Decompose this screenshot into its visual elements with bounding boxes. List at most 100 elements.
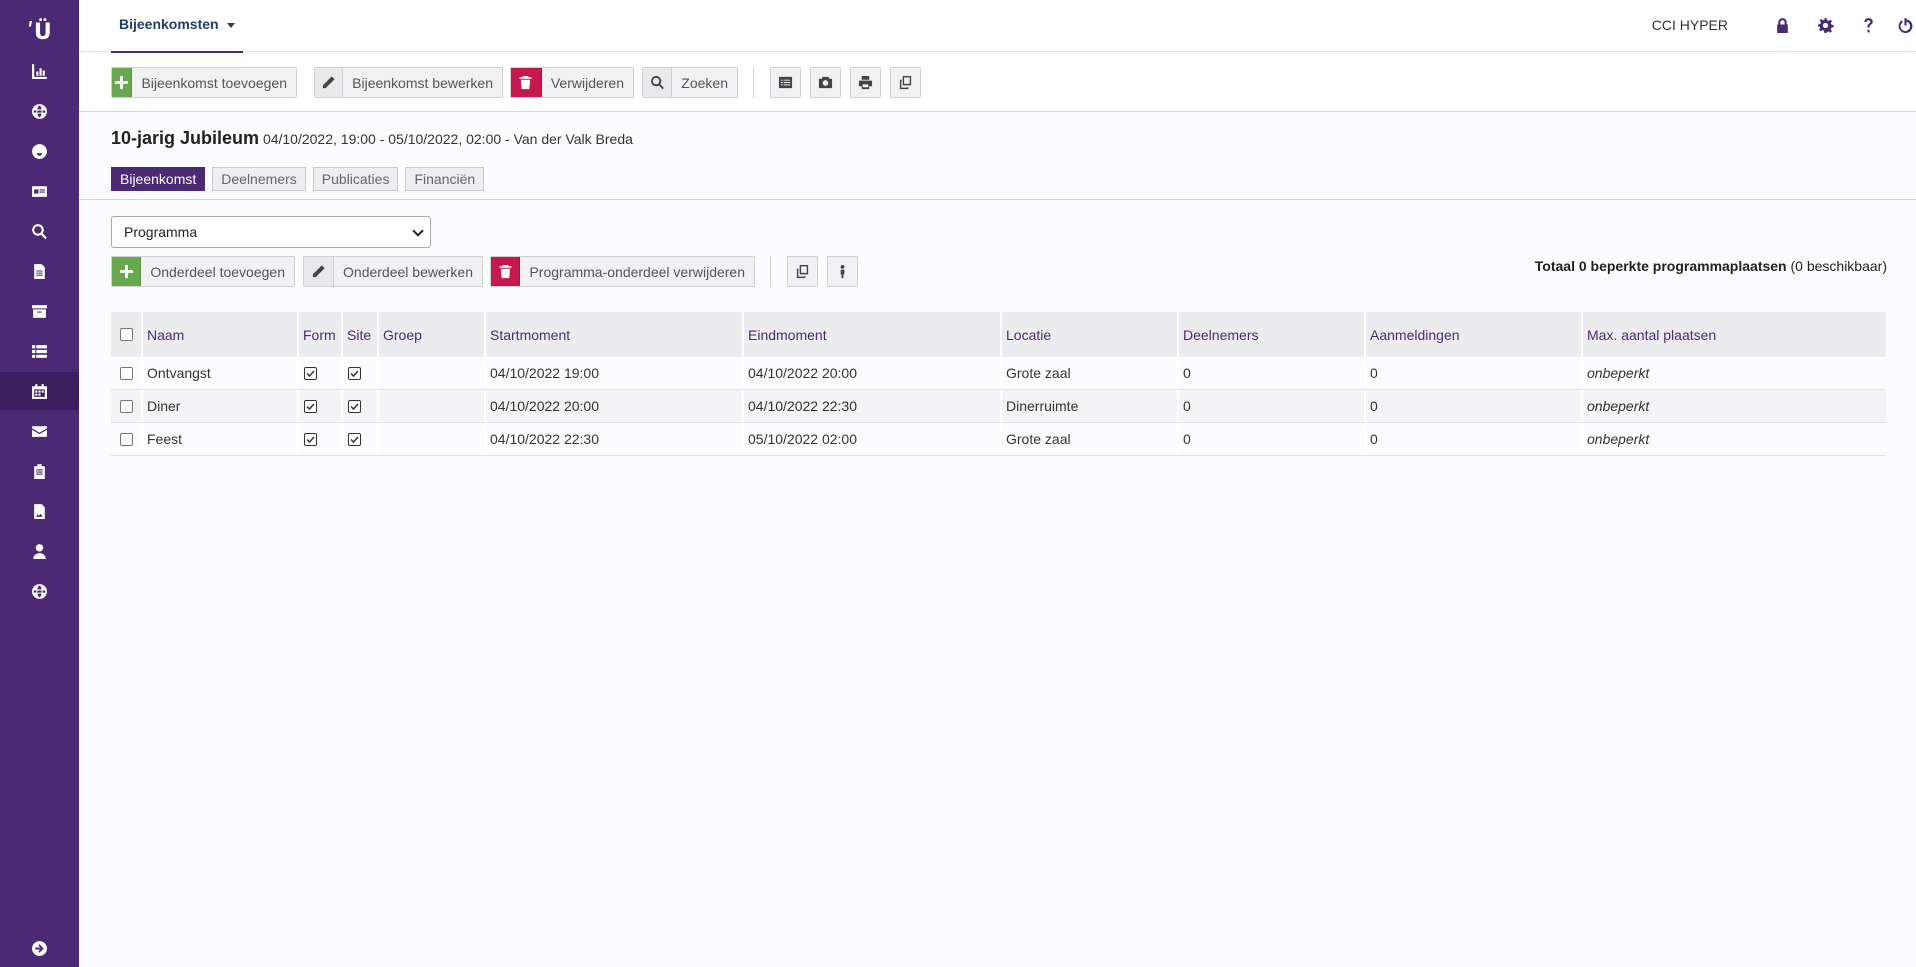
cell-eindmoment: 04/10/2022 22:30 [742, 390, 1000, 422]
sidebar-item-lists[interactable] [0, 332, 79, 370]
column-header-naam[interactable]: Naam [141, 312, 297, 357]
arrow-right-circle-icon [32, 940, 47, 956]
sidebar-item-sites[interactable] [0, 572, 79, 610]
list-icon [32, 344, 47, 358]
table-row[interactable]: Diner 04/10/2022 20:00 04/10/2022 22:30 … [111, 390, 1886, 423]
sidebar-item-web[interactable] [0, 92, 79, 130]
section-select[interactable]: Programma [111, 216, 431, 248]
copy-icon [899, 75, 912, 90]
sidebar-item-dashboard[interactable] [0, 52, 79, 90]
user-icon [33, 543, 46, 559]
checkmark-icon [304, 432, 317, 446]
column-header-startmoment[interactable]: Startmoment [484, 312, 742, 357]
event-details: 04/10/2022, 19:00 - 05/10/2022, 02:00 - … [262, 131, 633, 147]
copy-button[interactable] [890, 67, 921, 98]
plus-icon [112, 257, 142, 286]
cell-site [341, 423, 377, 455]
section-divider [79, 199, 1916, 200]
row-checkbox[interactable] [120, 366, 133, 380]
person-button[interactable] [827, 256, 858, 287]
clipboard-icon [34, 463, 45, 479]
copy-part-button[interactable] [787, 256, 818, 287]
lock-icon [1776, 17, 1788, 33]
sidebar-item-users[interactable] [0, 532, 79, 570]
program-toolbar-separator [770, 256, 771, 287]
chart-icon [32, 63, 47, 79]
main-toolbar: Bijeenkomst toevoegen Bijeenkomst bewerk… [79, 53, 1916, 112]
edit-event-button[interactable]: Bijeenkomst bewerken [314, 67, 503, 98]
lock-button[interactable] [1771, 14, 1793, 36]
cell-deelnemers: 0 [1177, 423, 1364, 455]
logout-button[interactable] [1894, 14, 1916, 36]
sidebar-logout[interactable] [0, 929, 79, 967]
logo-text: ʹÜ [27, 19, 52, 45]
sidebar-item-media[interactable] [0, 492, 79, 530]
cell-aanmeldingen: 0 [1364, 390, 1581, 422]
cell-form [297, 390, 341, 422]
column-header-form[interactable]: Form [297, 312, 341, 357]
list-view-button[interactable] [770, 67, 801, 98]
sidebar-item-mail[interactable] [0, 412, 79, 450]
search-button[interactable]: Zoeken [642, 67, 738, 98]
help-icon [1863, 17, 1873, 32]
gear-icon [1817, 17, 1834, 33]
cell-max-plaatsen: onbeperkt [1581, 423, 1886, 455]
select-all-checkbox[interactable] [120, 328, 133, 341]
sidebar-item-tasks[interactable] [0, 452, 79, 490]
help-button[interactable] [1857, 14, 1879, 36]
cell-form [297, 423, 341, 455]
image-file-icon [34, 503, 45, 519]
column-header-locatie[interactable]: Locatie [1000, 312, 1177, 357]
column-header-deelnemers[interactable]: Deelnemers [1177, 312, 1364, 357]
cell-eindmoment: 05/10/2022 02:00 [742, 423, 1000, 455]
table-row[interactable]: Ontvangst 04/10/2022 19:00 04/10/2022 20… [111, 357, 1886, 390]
column-header-aanmeldingen[interactable]: Aanmeldingen [1364, 312, 1581, 357]
checkmark-icon [304, 366, 317, 380]
sidebar-item-events[interactable] [0, 372, 79, 410]
cell-site [341, 390, 377, 422]
print-button[interactable] [850, 67, 881, 98]
settings-button[interactable] [1814, 14, 1836, 36]
tab-bijeenkomst[interactable]: Bijeenkomst [111, 167, 206, 191]
tab-deelnemers[interactable]: Deelnemers [212, 167, 306, 191]
delete-event-button[interactable]: Verwijderen [510, 67, 634, 98]
copy-icon [796, 264, 809, 279]
sidebar-item-search[interactable] [0, 212, 79, 250]
table-header-row: Naam Form Site Groep Startmoment Eindmom… [111, 312, 1886, 357]
sidebar-item-archive[interactable] [0, 292, 79, 330]
tab-publicaties[interactable]: Publicaties [312, 167, 399, 191]
add-event-button[interactable]: Bijeenkomst toevoegen [111, 67, 297, 98]
column-header-site[interactable]: Site [341, 312, 377, 357]
add-part-button[interactable]: Onderdeel toevoegen [111, 256, 295, 287]
row-checkbox[interactable] [120, 432, 133, 446]
delete-part-button[interactable]: Programma-onderdeel verwijderen [490, 256, 755, 287]
total-places-bold: Totaal 0 beperkte programmaplaatsen [1534, 258, 1787, 274]
select-all-cell [111, 312, 141, 357]
table-row[interactable]: Feest 04/10/2022 22:30 05/10/2022 02:00 … [111, 423, 1886, 456]
row-select-cell [111, 423, 141, 455]
sidebar-item-contacts[interactable] [0, 172, 79, 210]
module-tab[interactable]: Bijeenkomsten [111, 0, 243, 53]
envelope-icon [32, 425, 47, 437]
chevron-down-icon [412, 225, 424, 237]
column-header-max-plaatsen[interactable]: Max. aantal plaatsen [1581, 312, 1886, 357]
plus-icon [112, 68, 133, 97]
app-logo[interactable]: ʹÜ [0, 12, 79, 52]
event-subtabs: Bijeenkomst Deelnemers Publicaties Finan… [111, 167, 485, 191]
column-header-groep[interactable]: Groep [377, 312, 484, 357]
edit-part-button[interactable]: Onderdeel bewerken [303, 256, 483, 287]
sidebar-item-documents[interactable] [0, 252, 79, 290]
section-select-value: Programma [124, 224, 198, 240]
checkmark-icon [348, 399, 361, 413]
sidebar-item-relations[interactable] [0, 132, 79, 170]
row-checkbox[interactable] [120, 399, 133, 413]
add-part-label: Onderdeel toevoegen [150, 263, 285, 280]
tab-financien[interactable]: Financiën [405, 167, 485, 191]
camera-button[interactable] [810, 67, 841, 98]
cell-naam: Diner [141, 390, 297, 422]
smiley-icon [32, 143, 47, 159]
total-places: Totaal 0 beperkte programmaplaatsen (0 b… [1535, 258, 1887, 274]
column-header-eindmoment[interactable]: Eindmoment [742, 312, 1000, 357]
cell-form [297, 357, 341, 389]
cell-naam: Feest [141, 423, 297, 455]
